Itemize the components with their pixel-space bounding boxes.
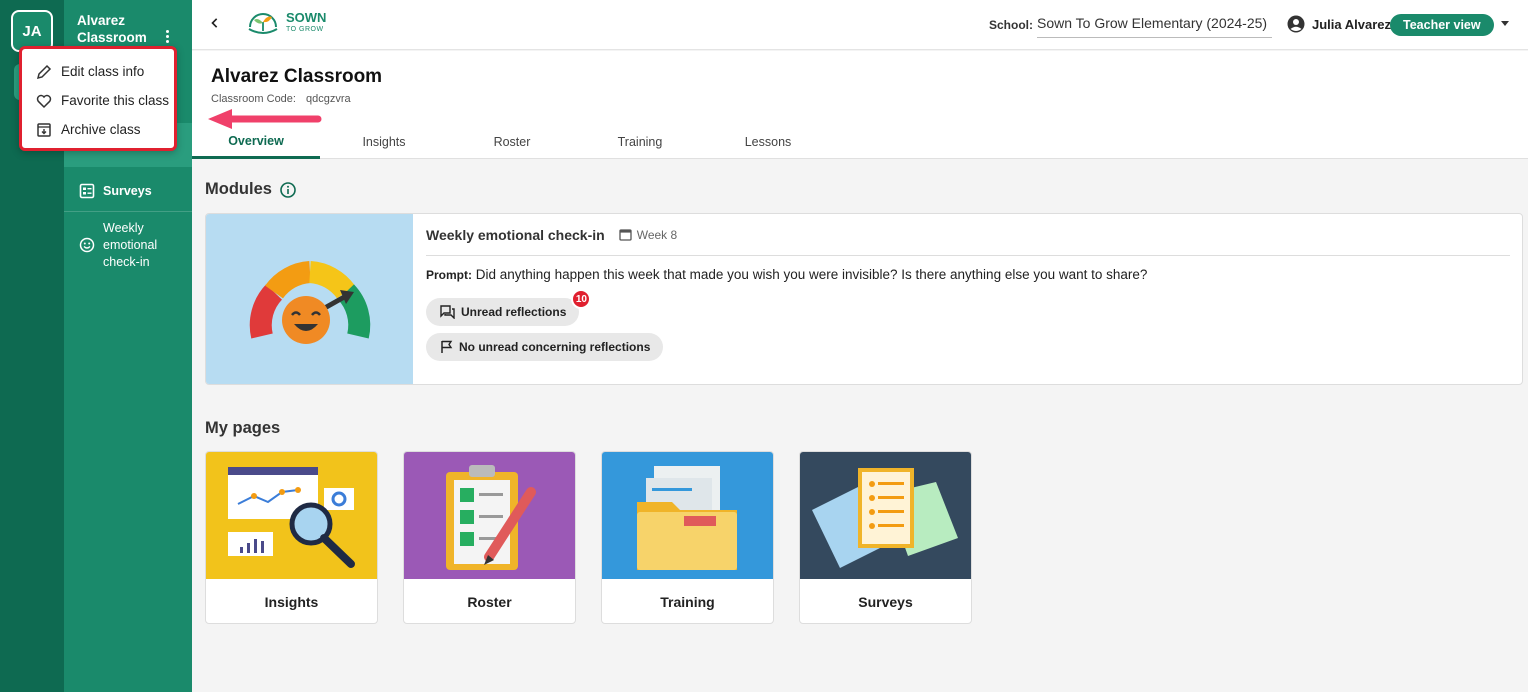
modules-heading: Modules [205,180,296,199]
tab-training[interactable]: Training [576,125,704,159]
menu-item-archive-class[interactable]: Archive class [22,115,174,144]
tab-insights[interactable]: Insights [320,125,448,159]
class-header: Alvarez Classroom Classroom Code: qdcgzvr… [192,51,1528,159]
menu-item-favorite-class[interactable]: Favorite this class [22,86,174,115]
class-name-line1: Alvarez [77,13,126,28]
menu-item-edit-class[interactable]: Edit class info [22,57,174,86]
archive-icon [37,122,51,137]
unread-reflections-chip[interactable]: Unread reflections 10 [426,289,592,326]
logo-text: SOWN TO GROW [286,10,327,36]
page-card-roster[interactable]: Roster [403,451,576,624]
class-options-menu: Edit class info Favorite this class Arch… [19,46,177,151]
concerning-reflections-label: No unread concerning reflections [459,340,651,354]
checkin-label-line3: check-in [103,255,150,269]
sidebar-item-label: Weekly emotional check-in [103,220,157,271]
modules-title: Modules [205,180,272,198]
sidebar-item-label: Surveys [103,183,152,198]
sidebar-item-weekly-checkin[interactable]: Weekly emotional check-in [64,220,192,272]
account-circle-icon [1287,15,1305,33]
tab-overview[interactable]: Overview [192,125,320,159]
week-label: Week 8 [636,227,678,242]
module-prompt: Prompt: Did anything happen this week th… [426,267,1510,282]
page-title: Alvarez Classroom [211,66,383,87]
top-header: SOWN TO GROW School: Sown To Grow Elemen… [192,0,1528,50]
school-select[interactable]: Sown To Grow Elementary (2024-25) [1037,15,1272,38]
mood-gauge-illustration [206,214,413,384]
logo-line1: SOWN [286,10,327,25]
pencil-icon [36,64,52,79]
checkin-label-line1: Weekly [103,221,144,235]
chat-icon [440,305,455,319]
teacher-view-button[interactable]: Teacher view [1390,14,1494,36]
logo-line2: TO GROW [286,26,324,33]
menu-item-label: Archive class [61,122,141,137]
user-menu[interactable]: Julia Alvarez [1287,15,1391,33]
calendar-icon [619,229,632,241]
prompt-label: Prompt: [426,268,472,282]
info-icon[interactable] [280,181,296,198]
sprout-logo-icon [248,13,278,34]
page-card-label: Insights [264,593,319,610]
page-card-insights[interactable]: Insights [205,451,378,624]
sidebar-class-name: Alvarez Classroom [77,12,147,46]
tab-lessons[interactable]: Lessons [704,125,832,159]
page-card-label: Training [660,593,715,610]
checkin-label-line2: emotional [103,238,158,252]
class-name-line2: Classroom [77,30,147,45]
classroom-code-value: qdcgzvra [305,93,351,105]
unread-reflections-label: Unread reflections [461,305,567,319]
page-card-label: Roster [467,593,512,610]
week-indicator: Week 8 [619,228,677,242]
weekly-checkin-module[interactable]: Weekly emotional check-in Week 8 Prompt:… [205,213,1523,385]
my-pages-heading: My pages [205,419,281,437]
classroom-code: Classroom Code: qdcgzvra [211,93,351,105]
insights-illustration [206,452,377,579]
sown-to-grow-logo[interactable]: SOWN TO GROW [246,9,326,39]
class-tabs: Overview Insights Roster Training Lesson… [192,125,832,159]
heart-icon [36,94,52,108]
survey-icon [79,183,95,198]
back-chevron-icon[interactable] [210,14,220,37]
training-illustration [602,452,773,579]
tab-roster[interactable]: Roster [448,125,576,159]
more-options-icon[interactable] [162,30,172,43]
sidebar-item-surveys[interactable]: Surveys [64,170,192,212]
prompt-text: Did anything happen this week that made … [475,267,1148,282]
page-card-surveys[interactable]: Surveys [799,451,972,624]
concerning-reflections-chip[interactable]: No unread concerning reflections [426,333,664,361]
menu-item-label: Favorite this class [61,93,170,108]
classroom-code-label: Classroom Code: [211,93,296,105]
menu-item-label: Edit class info [61,64,145,79]
caret-down-icon[interactable] [1501,21,1509,26]
flag-icon [441,340,453,353]
module-title: Weekly emotional check-in [426,226,605,243]
page-card-training[interactable]: Training [601,451,774,624]
module-body: Weekly emotional check-in Week 8 Prompt:… [426,214,1510,361]
unread-count-badge: 10 [571,289,592,309]
module-header: Weekly emotional check-in Week 8 [426,214,1510,256]
roster-illustration [404,452,575,579]
surveys-illustration [800,452,971,579]
smiley-icon [79,237,95,253]
page-card-label: Surveys [858,593,913,610]
school-label: School: [989,18,1033,32]
user-name: Julia Alvarez [1312,16,1392,32]
